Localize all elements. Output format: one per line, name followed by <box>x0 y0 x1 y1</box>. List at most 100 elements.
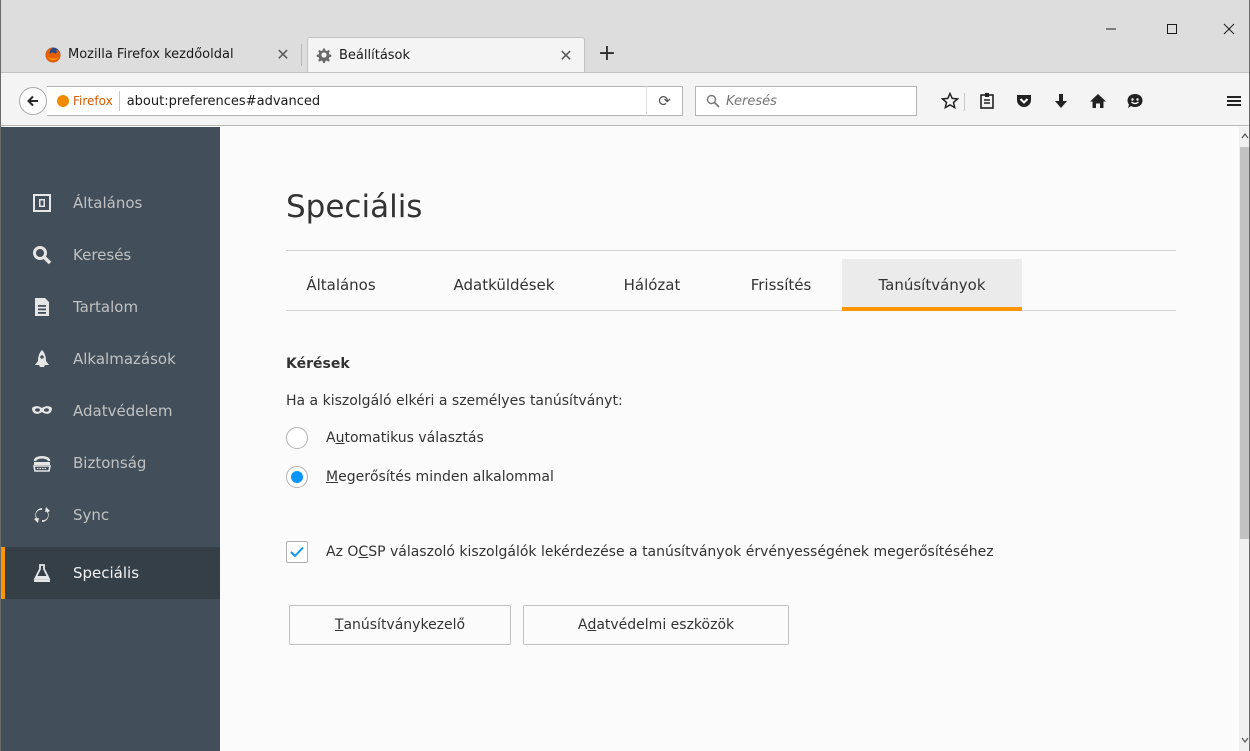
scroll-down-icon[interactable] <box>1239 733 1249 747</box>
url-text[interactable]: about:preferences#advanced <box>120 94 646 109</box>
label-prefix: A <box>577 617 588 633</box>
close-icon <box>1223 23 1235 35</box>
identity-label: Firefox <box>73 94 113 108</box>
scrollbar-thumb[interactable] <box>1240 147 1249 539</box>
tab-separator <box>301 44 302 66</box>
sidebar-item-label: Adatvédelem <box>73 402 173 420</box>
security-devices-button[interactable]: Ad atvédelmi eszközök <box>523 605 789 645</box>
toolbar-divider <box>964 93 965 111</box>
radio-button-checked[interactable] <box>286 466 308 488</box>
label-suffix: anúsítványkezelő <box>343 617 466 633</box>
close-tab-icon[interactable]: ✕ <box>554 46 578 65</box>
maximize-button[interactable] <box>1149 14 1195 44</box>
download-icon[interactable] <box>1048 88 1074 114</box>
site-identity[interactable]: Firefox <box>47 91 120 111</box>
search-icon <box>31 244 53 266</box>
firefox-logo-icon <box>45 47 61 63</box>
sidebar-item-label: Általános <box>73 194 143 212</box>
accesskey-letter: M <box>326 469 339 485</box>
radio-label: Megerősítés minden alkalommal <box>326 469 554 485</box>
preferences-pane: Speciális Általános Adatküldések Hálózat… <box>220 127 1239 751</box>
url-bar[interactable]: Firefox about:preferences#advanced ⟳ <box>47 86 683 116</box>
accesskey-letter: d <box>587 617 597 633</box>
page-title: Speciális <box>286 189 423 225</box>
reading-list-icon[interactable] <box>974 88 1000 114</box>
hello-icon[interactable] <box>1122 88 1148 114</box>
accesskey-letter: T <box>334 617 344 633</box>
label-suffix: atvédelmi eszközök <box>596 617 735 633</box>
advanced-tabs: Általános Adatküldések Hálózat Frissítés… <box>286 259 1176 311</box>
sidebar-item-search[interactable]: Keresés <box>1 229 220 281</box>
tab-title: Beállítások <box>339 47 411 63</box>
navigation-toolbar: Firefox about:preferences#advanced ⟳ <box>1 72 1249 126</box>
scroll-up-icon[interactable] <box>1239 129 1249 143</box>
sidebar-item-advanced[interactable]: Speciális <box>1 547 220 599</box>
general-icon <box>31 192 53 214</box>
label-suffix: egerősítés minden alkalommal <box>338 469 554 485</box>
sidebar-item-label: Biztonság <box>73 454 147 472</box>
minimize-icon <box>1106 28 1116 30</box>
tab-certificates[interactable]: Tanúsítványok <box>842 259 1022 311</box>
label-prefix: Az O <box>326 544 359 560</box>
close-tab-icon[interactable]: ✕ <box>271 45 295 64</box>
tab-preferences[interactable]: Beállítások ✕ <box>307 37 585 72</box>
sidebar-item-label: Speciális <box>73 564 140 582</box>
tab-firefox-start[interactable]: Mozilla Firefox kezdőoldal ✕ <box>37 37 301 72</box>
radio-select-automatically[interactable]: Automatikus választás <box>286 427 484 449</box>
radio-label: Automatikus választás <box>326 430 484 446</box>
back-button[interactable] <box>19 87 47 115</box>
sidebar-item-sync[interactable]: Sync <box>1 489 220 541</box>
sidebar-item-label: Keresés <box>73 246 132 264</box>
maximize-icon <box>1167 24 1177 34</box>
content-icon <box>31 296 53 318</box>
sidebar-item-label: Alkalmazások <box>73 350 176 368</box>
home-icon[interactable] <box>1085 88 1111 114</box>
label-prefix: A <box>326 430 336 446</box>
menu-icon[interactable] <box>1221 88 1247 114</box>
browser-window: Mozilla Firefox kezdőoldal ✕ Beállítások… <box>0 0 1250 751</box>
star-icon[interactable] <box>937 88 963 114</box>
radio-dot <box>291 471 303 483</box>
sidebar-item-security[interactable]: Biztonság <box>1 437 220 489</box>
search-bar[interactable] <box>695 86 917 116</box>
tab-general[interactable]: Általános <box>286 259 396 311</box>
sidebar-item-label: Tartalom <box>73 298 139 316</box>
gear-icon <box>316 47 332 64</box>
ocsp-checkbox-row[interactable]: Az OCSP válaszoló kiszolgálók lekérdezés… <box>286 541 994 563</box>
sidebar-item-privacy[interactable]: Adatvédelem <box>1 385 220 437</box>
pocket-icon[interactable] <box>1011 88 1037 114</box>
sidebar-item-general[interactable]: Általános <box>1 177 220 229</box>
label-suffix: SP válaszoló kiszolgálók lekérdezése a t… <box>368 544 994 560</box>
reload-icon[interactable]: ⟳ <box>646 86 682 116</box>
title-divider <box>286 250 1176 251</box>
privacy-mask-icon <box>31 400 53 422</box>
label-suffix: tomatikus választás <box>344 430 484 446</box>
minimize-button[interactable] <box>1088 14 1134 44</box>
firefox-logo-icon <box>57 95 69 107</box>
tab-data-choices[interactable]: Adatküldések <box>426 259 582 311</box>
ocsp-checkbox[interactable] <box>286 541 308 563</box>
requests-description: Ha a kiszolgáló elkéri a személyes tanús… <box>286 393 623 409</box>
radio-button[interactable] <box>286 427 308 449</box>
search-icon <box>706 94 720 108</box>
radio-ask-every-time[interactable]: Megerősítés minden alkalommal <box>286 466 554 488</box>
view-certificates-button[interactable]: Tanúsítványkezelő <box>289 605 511 645</box>
checkmark-icon <box>290 546 304 558</box>
tab-strip: Mozilla Firefox kezdőoldal ✕ Beállítások… <box>1 0 1249 72</box>
tab-update[interactable]: Frissítés <box>726 259 836 311</box>
search-input[interactable] <box>726 93 896 109</box>
tab-network[interactable]: Hálózat <box>602 259 702 311</box>
sync-icon <box>31 504 53 526</box>
preferences-sidebar: Általános Keresés Tartalom Alkalmazások … <box>1 127 220 751</box>
sidebar-item-label: Sync <box>73 506 110 524</box>
security-icon <box>31 452 53 474</box>
accesskey-letter: C <box>358 544 369 560</box>
close-window-button[interactable] <box>1206 14 1249 44</box>
tab-title: Mozilla Firefox kezdőoldal <box>68 47 234 62</box>
vertical-scrollbar[interactable] <box>1239 127 1249 751</box>
sidebar-item-content[interactable]: Tartalom <box>1 281 220 333</box>
sidebar-item-applications[interactable]: Alkalmazások <box>1 333 220 385</box>
back-arrow-icon <box>27 95 38 107</box>
advanced-icon <box>31 562 53 584</box>
new-tab-button[interactable]: + <box>593 40 621 68</box>
